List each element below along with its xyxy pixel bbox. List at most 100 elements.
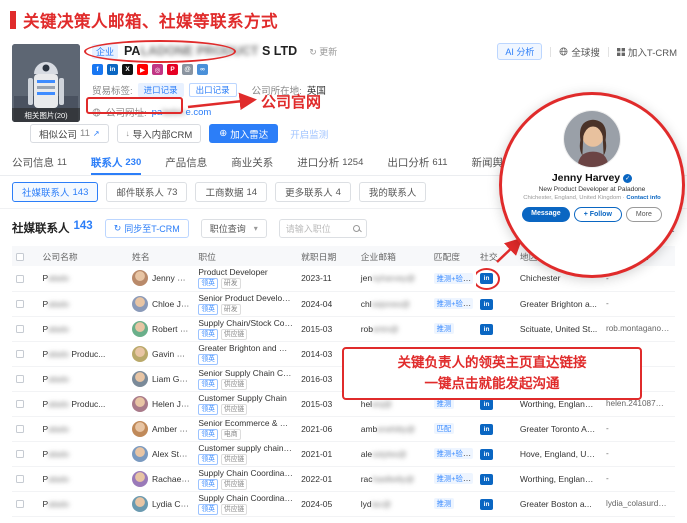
- row-checkbox[interactable]: [16, 300, 24, 308]
- callout-line1: 关键负责人的领英主页直达链接: [398, 353, 587, 373]
- import-record-tag[interactable]: 进口记录: [138, 83, 184, 97]
- add-radar-button[interactable]: ⊕ 加入雷达: [209, 124, 278, 143]
- linkedin-icon[interactable]: in: [480, 399, 493, 410]
- follow-button[interactable]: + Follow: [574, 207, 622, 222]
- job-title: Greater Brighton and Hove Area: [198, 343, 293, 353]
- linkedin-icon[interactable]: in: [107, 64, 118, 75]
- linkedin-icon[interactable]: in: [480, 424, 493, 435]
- row-checkbox[interactable]: [16, 450, 24, 458]
- contact-name[interactable]: Chloe Jones: [152, 298, 194, 309]
- tab-商业关系[interactable]: 商业关系: [231, 150, 273, 175]
- contact-name-cell: Gavin Meeks: [128, 341, 194, 366]
- link-icon[interactable]: ∞: [197, 64, 208, 75]
- contact-name[interactable]: Jenny Harvey: [152, 273, 194, 284]
- job-title: Supply Chain/Stock Control: [198, 318, 293, 328]
- job-title-cell: Senior Ecommerce & Supply Cha...领英电商: [194, 416, 297, 441]
- row-checkbox[interactable]: [16, 475, 24, 483]
- export-record-tag[interactable]: 出口记录: [189, 83, 237, 97]
- import-crm-button[interactable]: ↓ 导入内部CRM: [117, 124, 202, 143]
- company-cell: Palado: [39, 266, 129, 291]
- tab-出口分析[interactable]: 出口分析611: [387, 150, 447, 175]
- search-icon[interactable]: [353, 225, 360, 232]
- job-title-cell: Customer supply chain coordinator领英供应链: [194, 441, 297, 466]
- chip-更多联系人[interactable]: 更多联系人4: [275, 182, 351, 202]
- source-tag: 领英: [198, 278, 218, 289]
- refresh-button[interactable]: ↻ 更新: [309, 45, 337, 58]
- column-header: 企业邮箱: [357, 246, 430, 266]
- source-tag: 领英: [198, 429, 218, 440]
- column-header: 姓名: [128, 246, 194, 266]
- chip-邮件联系人[interactable]: 邮件联系人73: [106, 182, 187, 202]
- tab-进口分析[interactable]: 进口分析1254: [297, 150, 363, 175]
- table-row: Palado Alex StylesCustomer supply chain c…: [12, 441, 675, 466]
- linkedin-icon[interactable]: in: [480, 324, 493, 335]
- website-link[interactable]: paladone.com: [152, 107, 212, 118]
- row-checkbox[interactable]: [16, 350, 24, 358]
- company-cell: Palado: [39, 441, 129, 466]
- company-photo[interactable]: 相关图片(20): [12, 44, 80, 122]
- row-checkbox[interactable]: [16, 425, 24, 433]
- linkedin-annotation-callout: 关键负责人的领英主页直达链接 一键点击就能发起沟通: [342, 347, 642, 400]
- linkedin-icon[interactable]: in: [480, 499, 493, 510]
- start-date-cell: 2021-06: [297, 416, 357, 441]
- linkedin-icon[interactable]: in: [480, 474, 493, 485]
- email-prefix: hel: [361, 399, 372, 409]
- row-checkbox[interactable]: [16, 375, 24, 383]
- contact-name[interactable]: Rachael Kelly: [152, 473, 194, 484]
- join-tcrm-button[interactable]: 加入T-CRM: [617, 45, 677, 59]
- match-cell: 推测: [430, 316, 476, 341]
- job-title: Supply Chain Coordinator: [198, 468, 293, 478]
- instagram-icon[interactable]: ◎: [152, 64, 163, 75]
- company-name-prefix: PA: [124, 44, 140, 58]
- email-prefix: lyd: [361, 499, 372, 509]
- company-cell: Palado: [39, 466, 129, 491]
- tab-联系人[interactable]: 联系人230: [91, 150, 141, 175]
- x-icon[interactable]: X: [122, 64, 133, 75]
- linkedin-icon[interactable]: in: [480, 299, 493, 310]
- linkedin-icon[interactable]: in: [480, 273, 493, 284]
- monitor-button[interactable]: 开启监测: [286, 127, 332, 141]
- company-blurred: alado: [48, 273, 69, 283]
- position-search-input[interactable]: 请输入职位: [279, 219, 367, 238]
- linkedin-icon[interactable]: in: [480, 449, 493, 460]
- section-title: 社媒联系人 143: [12, 220, 93, 236]
- position-search-select[interactable]: 职位查询▾: [201, 219, 267, 238]
- message-button[interactable]: Message: [522, 207, 570, 222]
- similar-companies-button[interactable]: 相似公司 11 ↗: [30, 124, 109, 143]
- select-all-checkbox[interactable]: [16, 253, 24, 261]
- row-checkbox[interactable]: [16, 275, 24, 283]
- contact-name[interactable]: Gavin Meeks: [152, 348, 194, 359]
- chip-我的联系人[interactable]: 我的联系人: [359, 182, 427, 202]
- contact-name[interactable]: Liam Gent: [152, 373, 191, 384]
- contact-name[interactable]: Amber Whitty: [152, 423, 194, 434]
- row-checkbox[interactable]: [16, 325, 24, 333]
- email-blurred: ertm@: [373, 324, 399, 334]
- email-icon[interactable]: @: [182, 64, 193, 75]
- facebook-icon[interactable]: f: [92, 64, 103, 75]
- company-suffix: Produc...: [69, 349, 105, 359]
- chip-社媒联系人[interactable]: 社媒联系人143: [12, 182, 98, 202]
- table-row: Palado Rachael Kelly Supply Chain Coordina…: [12, 466, 675, 491]
- tab-产品信息[interactable]: 产品信息: [165, 150, 207, 175]
- tab-公司信息[interactable]: 公司信息11: [12, 150, 67, 175]
- contact-info-link[interactable]: Contact info: [626, 195, 660, 201]
- more-button[interactable]: More: [626, 207, 662, 222]
- row-checkbox[interactable]: [16, 400, 24, 408]
- globe-icon: [92, 108, 101, 117]
- contact-name-cell: Helen Johnstone: [128, 391, 194, 416]
- email-blurred: nyharvey@: [372, 273, 415, 283]
- row-checkbox[interactable]: [16, 500, 24, 508]
- pinterest-icon[interactable]: P: [167, 64, 178, 75]
- contact-name[interactable]: Alex Styles: [152, 448, 194, 459]
- contact-name[interactable]: Robert Monta...: [152, 323, 194, 334]
- contact-name[interactable]: Lydia Colasurdo: [152, 498, 194, 509]
- chip-工商数据[interactable]: 工商数据14: [195, 182, 267, 202]
- global-search-button[interactable]: 全球搜: [559, 45, 600, 59]
- youtube-icon[interactable]: ▶: [137, 64, 148, 75]
- contact-name[interactable]: Helen Johnstone: [152, 398, 194, 409]
- company-email-cell: lydiac@: [357, 491, 430, 516]
- ai-analysis-button[interactable]: AI 分析: [497, 43, 542, 60]
- sync-to-crm-button[interactable]: ↻ 同步至T-CRM: [105, 219, 189, 238]
- job-title: Supply Chain Coordinator: [198, 493, 293, 503]
- job-title-cell: Greater Brighton and Hove Area领英: [194, 341, 297, 366]
